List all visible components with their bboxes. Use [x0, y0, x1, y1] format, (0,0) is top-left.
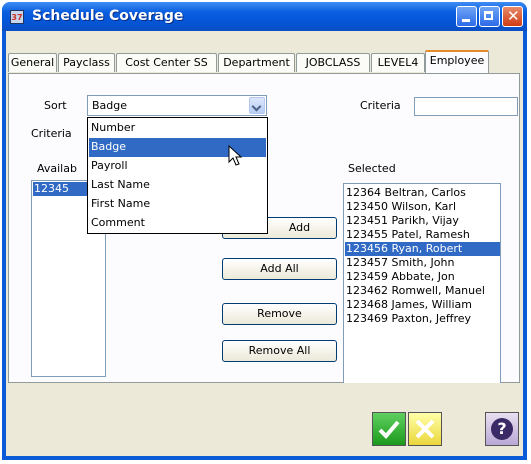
tab-jobclass[interactable]: JOBCLASS: [296, 53, 370, 72]
tab-level4[interactable]: LEVEL4: [371, 53, 425, 72]
list-item[interactable]: 123451 Parikh, Vijay: [345, 214, 500, 228]
sort-select[interactable]: Badge: [87, 95, 267, 116]
checkmark-icon: [378, 420, 400, 439]
sort-option-comment[interactable]: Comment: [89, 214, 266, 233]
list-item[interactable]: 123462 Romwell, Manuel: [345, 284, 500, 298]
title-bar[interactable]: 37 Schedule Coverage ✕: [2, 2, 527, 31]
list-item[interactable]: 123469 Paxton, Jeffrey: [345, 312, 500, 326]
list-item[interactable]: 123459 Abbate, Jon: [345, 270, 500, 284]
remove-button[interactable]: Remove: [222, 303, 337, 325]
sort-label: Sort: [44, 99, 67, 112]
tab-department[interactable]: Department: [218, 53, 295, 72]
remove-all-button[interactable]: Remove All: [222, 340, 337, 362]
tab-employee[interactable]: Employee: [425, 50, 489, 73]
selected-list[interactable]: 12364 Beltran, Carlos 123450 Wilson, Kar…: [343, 183, 501, 384]
list-item[interactable]: 123457 Smith, John: [345, 256, 500, 270]
x-mark-icon: [415, 419, 435, 439]
help-icon: ?: [491, 418, 513, 440]
list-item[interactable]: 12364 Beltran, Carlos: [345, 186, 500, 200]
close-icon: ✕: [507, 7, 520, 25]
maximize-button[interactable]: [479, 6, 500, 27]
close-button[interactable]: ✕: [502, 6, 523, 27]
criteria-left-label: Criteria: [31, 127, 72, 140]
list-item[interactable]: 123456 Ryan, Robert: [345, 242, 500, 256]
list-item[interactable]: 123450 Wilson, Karl: [345, 200, 500, 214]
minimize-button[interactable]: [456, 6, 477, 27]
tab-payclass[interactable]: Payclass: [58, 53, 115, 72]
sort-dropdown-list[interactable]: Number Badge Payroll Last Name First Nam…: [87, 117, 268, 234]
cancel-button[interactable]: [408, 412, 442, 446]
dialog-client: General Payclass Cost Center SS Departme…: [6, 31, 523, 456]
criteria-label: Criteria: [360, 99, 401, 112]
add-all-button[interactable]: Add All: [222, 258, 337, 280]
tab-cost-center-ss[interactable]: Cost Center SS: [116, 53, 217, 72]
sort-option-number[interactable]: Number: [89, 119, 266, 138]
app-icon: 37: [10, 10, 24, 24]
sort-option-last-name[interactable]: Last Name: [89, 176, 266, 195]
list-item[interactable]: 123455 Patel, Ramesh: [345, 228, 500, 242]
ok-button[interactable]: [372, 412, 406, 446]
sort-select-value: Badge: [92, 99, 128, 112]
window-title: Schedule Coverage: [32, 8, 184, 24]
footer-bar: [6, 383, 523, 456]
sort-option-first-name[interactable]: First Name: [89, 195, 266, 214]
help-button[interactable]: ?: [485, 412, 519, 446]
mouse-cursor-icon: [228, 145, 243, 166]
list-item[interactable]: 123468 James, William: [345, 298, 500, 312]
chevron-down-icon[interactable]: [249, 97, 265, 114]
selected-label: Selected: [348, 162, 396, 175]
add-button-label: Add: [288, 221, 311, 234]
criteria-input[interactable]: [414, 97, 518, 116]
available-label: Availab: [37, 162, 77, 175]
window: 37 Schedule Coverage ✕ General Payclass …: [2, 2, 527, 460]
tab-general[interactable]: General: [8, 53, 57, 72]
